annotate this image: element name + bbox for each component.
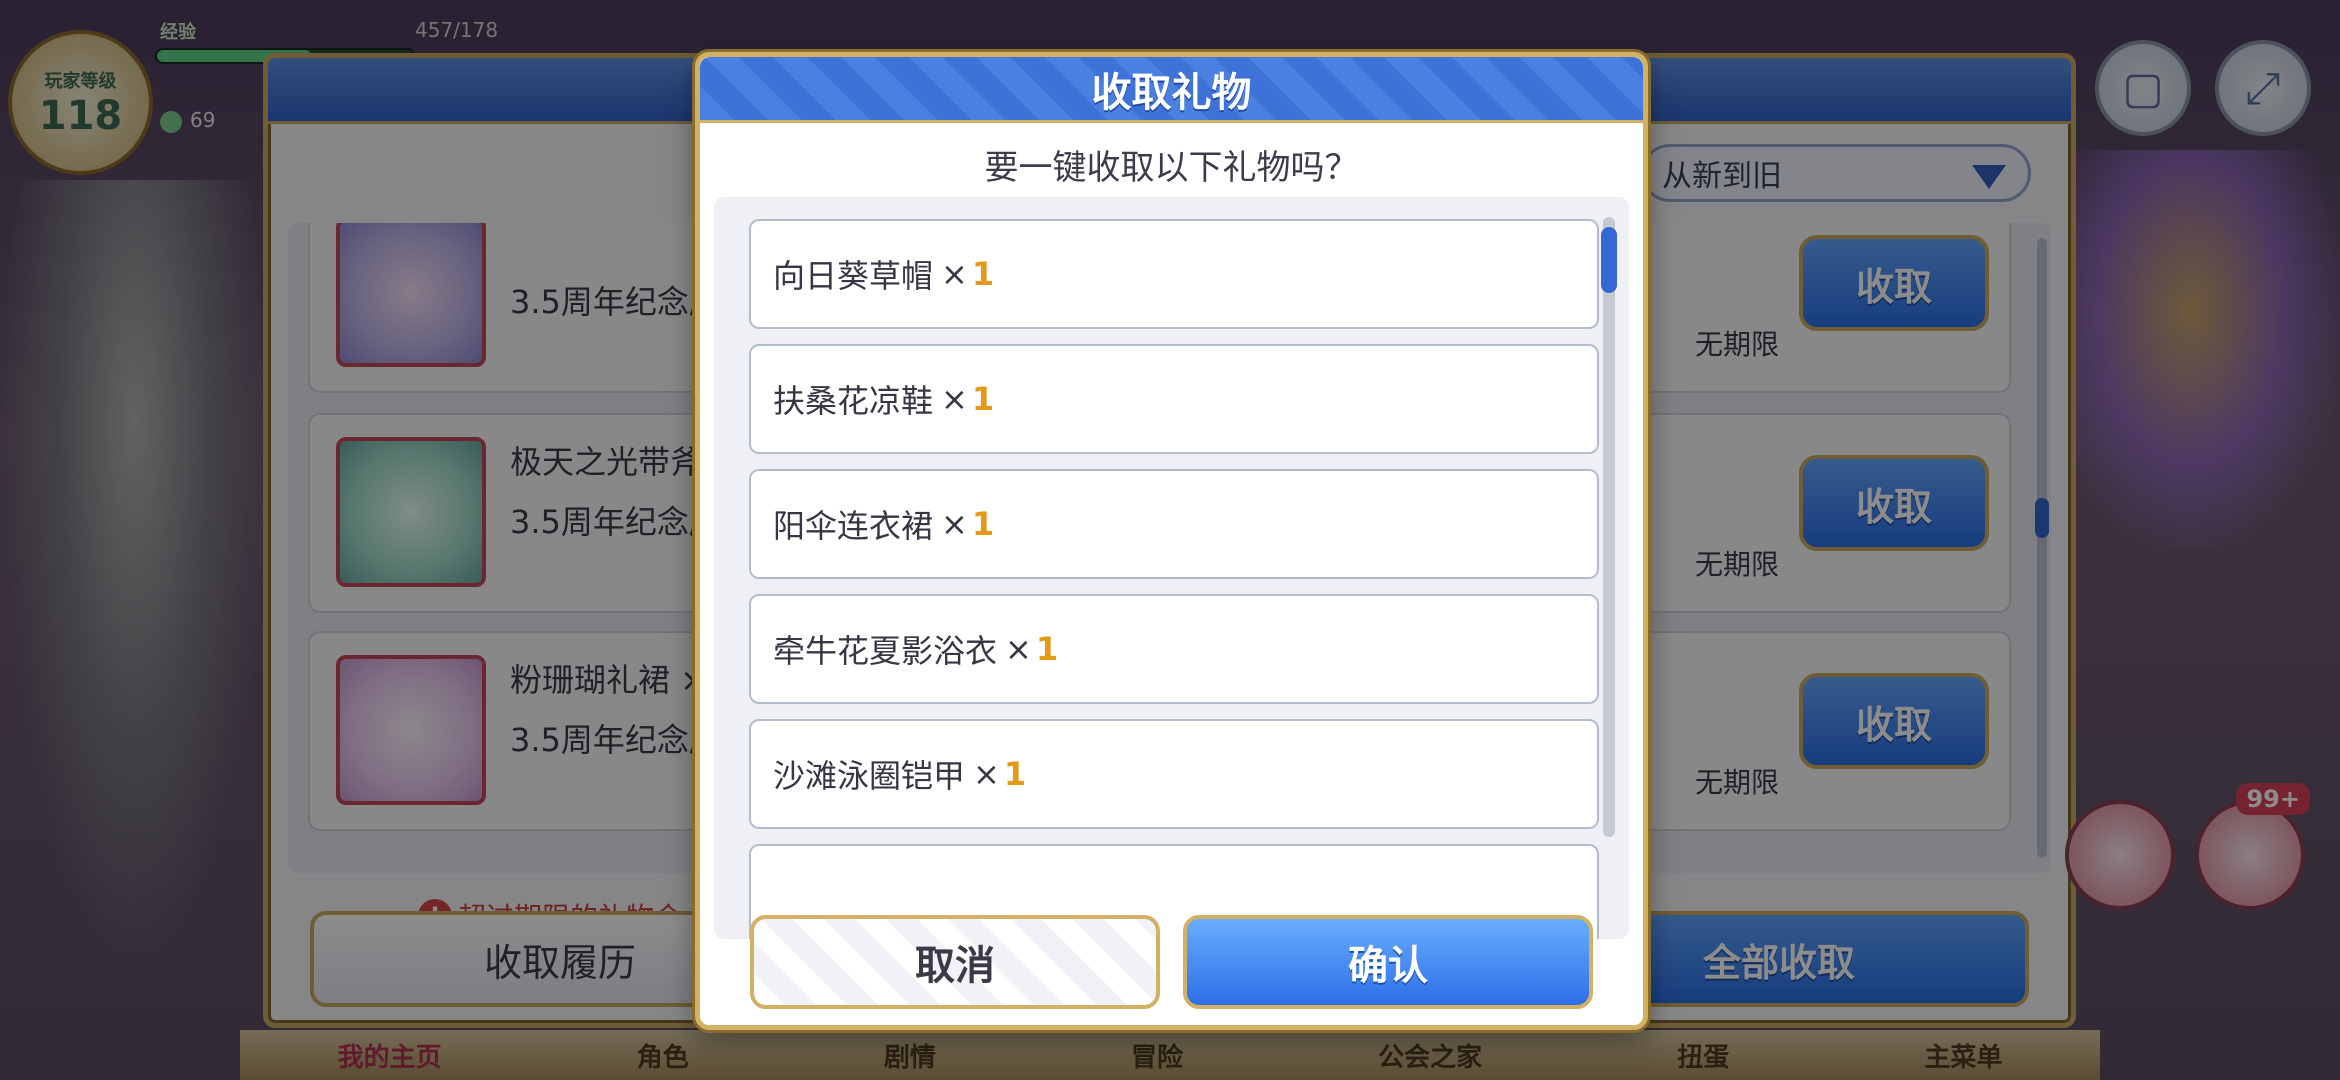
multiply-sign: ×: [1005, 630, 1032, 668]
item-name: 向日葵草帽: [773, 257, 934, 295]
item-quantity: 1: [1003, 755, 1027, 793]
dialog-scrollbar-thumb[interactable]: [1601, 227, 1617, 293]
list-item: 阳伞连衣裙 × 1: [749, 469, 1599, 579]
confirm-button[interactable]: 确认: [1183, 915, 1593, 1009]
multiply-sign: ×: [941, 380, 968, 418]
item-name: 阳伞连衣裙: [773, 507, 934, 545]
item-name: 扶桑花凉鞋: [773, 382, 934, 420]
item-name: 沙滩泳圈铠甲: [773, 757, 966, 795]
item-quantity: 1: [971, 380, 995, 418]
gift-confirm-list[interactable]: 向日葵草帽 × 1 扶桑花凉鞋 × 1 阳伞连衣裙 × 1 牵牛花夏影浴衣 × 1 沙滩泳圈铠甲…: [714, 197, 1629, 939]
cancel-button[interactable]: 取消: [750, 915, 1160, 1009]
collect-gifts-dialog: 收取礼物 要一键收取以下礼物吗？ 向日葵草帽 × 1 扶桑花凉鞋 × 1 阳伞连衣裙 × 1…: [695, 52, 1648, 1030]
dialog-scrollbar[interactable]: [1601, 217, 1617, 837]
item-quantity: 1: [971, 255, 995, 293]
item-quantity: 1: [971, 505, 995, 543]
list-item: 扶桑花凉鞋 × 1: [749, 344, 1599, 454]
multiply-sign: ×: [941, 255, 968, 293]
list-item: 沙滩泳圈铠甲 × 1: [749, 719, 1599, 829]
dialog-header: 收取礼物: [700, 57, 1643, 123]
list-item: 向日葵草帽 × 1: [749, 219, 1599, 329]
multiply-sign: ×: [941, 505, 968, 543]
dialog-question: 要一键收取以下礼物吗？: [984, 148, 1359, 188]
dialog-title: 收取礼物: [1091, 69, 1252, 116]
item-name: 牵牛花夏影浴衣: [773, 632, 998, 670]
item-quantity: 1: [1035, 630, 1059, 668]
list-item: 牵牛花夏影浴衣 × 1: [749, 594, 1599, 704]
multiply-sign: ×: [973, 755, 1000, 793]
